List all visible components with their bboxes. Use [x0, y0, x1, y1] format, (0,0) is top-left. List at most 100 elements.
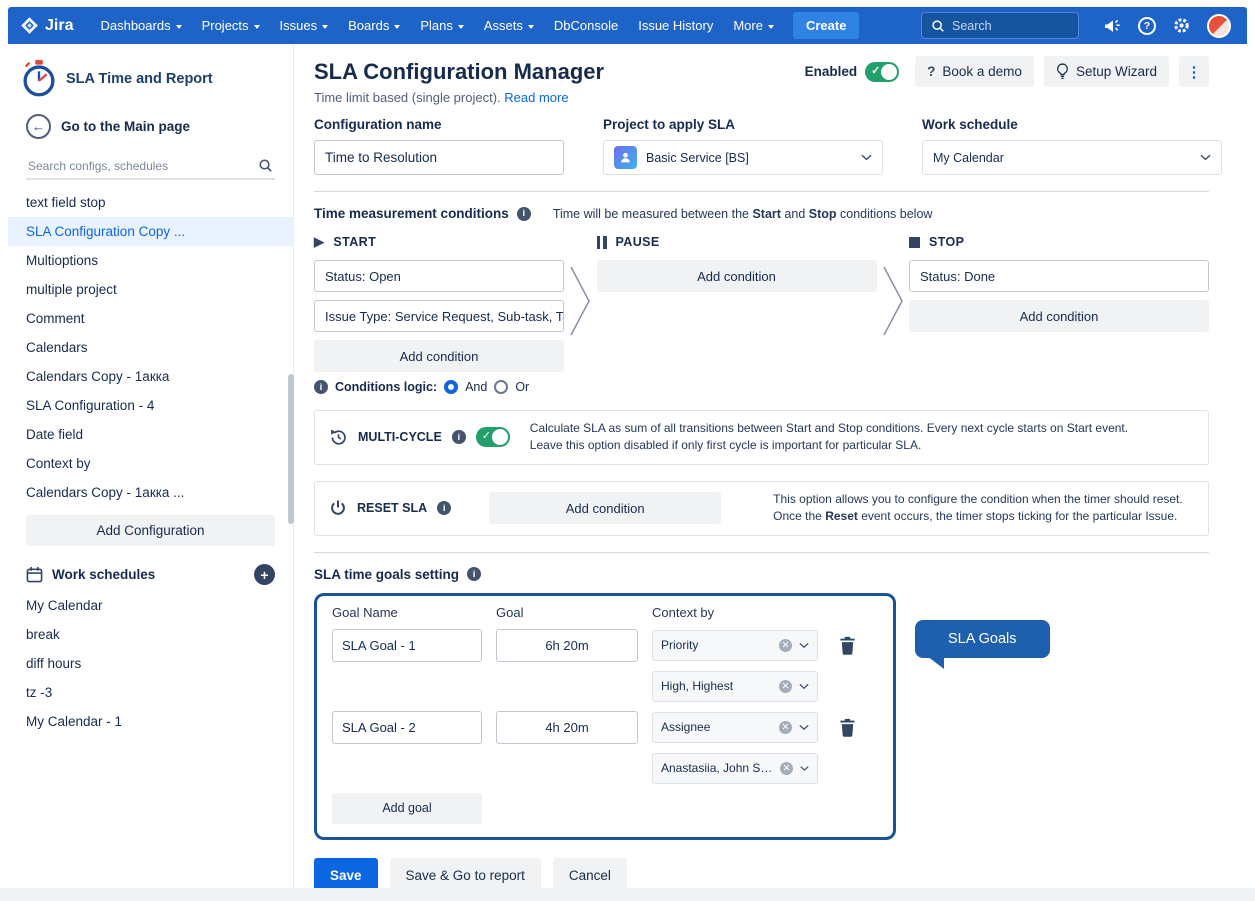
context-values-select[interactable]: Anastasiia, John Smit... ✕: [652, 753, 818, 784]
goals-grid: Goal Name Goal Context by Priority ✕: [332, 605, 878, 824]
nav-item-issue-history[interactable]: Issue History: [629, 13, 722, 38]
read-more-link[interactable]: Read more: [504, 90, 568, 105]
delete-goal-button[interactable]: [832, 718, 862, 737]
add-schedule-button[interactable]: +: [254, 564, 275, 585]
back-to-main-link[interactable]: ← Go to the Main page: [8, 104, 293, 145]
goals-title: SLA time goals setting: [314, 567, 459, 582]
goal-value-input[interactable]: [496, 629, 638, 662]
clear-icon[interactable]: ✕: [779, 639, 792, 652]
stop-condition-1[interactable]: Status: Done: [909, 260, 1209, 292]
sidebar-config-item[interactable]: multiple project: [8, 275, 293, 304]
context-values-select[interactable]: High, Highest ✕: [652, 671, 818, 702]
cancel-button[interactable]: Cancel: [553, 858, 627, 888]
trash-icon: [839, 636, 856, 655]
user-avatar[interactable]: [1207, 14, 1231, 38]
jira-home-link[interactable]: Jira: [20, 16, 73, 35]
logic-or-radio[interactable]: [494, 380, 508, 394]
sidebar-search-input[interactable]: [28, 159, 258, 173]
goal-name-header: Goal Name: [332, 605, 482, 620]
goals-panel: Goal Name Goal Context by Priority ✕: [314, 593, 896, 840]
sidebar-config-item[interactable]: Context by: [8, 449, 293, 478]
clear-icon[interactable]: ✕: [780, 762, 793, 775]
configuration-name-input[interactable]: [314, 140, 564, 175]
sidebar-config-item[interactable]: Comment: [8, 304, 293, 333]
project-select[interactable]: Basic Service [BS]: [603, 140, 883, 175]
sidebar-schedule-item[interactable]: My Calendar: [8, 591, 293, 620]
info-icon[interactable]: i: [452, 430, 466, 444]
sidebar-config-item[interactable]: SLA Configuration - 4: [8, 391, 293, 420]
pause-column: PAUSE Add condition: [597, 233, 877, 300]
add-configuration-button[interactable]: Add Configuration: [26, 515, 275, 546]
info-icon[interactable]: i: [314, 380, 328, 394]
divider: [314, 191, 1209, 192]
start-condition-2[interactable]: Issue Type: Service Request, Sub-task, T…: [314, 300, 564, 332]
announcements-button[interactable]: [1103, 17, 1122, 34]
sidebar-schedule-item[interactable]: tz -3: [8, 678, 293, 707]
page-header: SLA Configuration Manager Enabled ✓ ? Bo…: [314, 56, 1209, 87]
nav-item-issues[interactable]: Issues: [271, 13, 338, 38]
sidebar-schedule-item[interactable]: My Calendar - 1: [8, 707, 293, 736]
context-field-select[interactable]: Assignee ✕: [652, 712, 818, 743]
nav-item-dbconsole[interactable]: DbConsole: [545, 13, 627, 38]
check-icon: ✓: [871, 64, 880, 77]
delete-goal-button[interactable]: [832, 636, 862, 655]
work-schedule-select[interactable]: My Calendar: [922, 140, 1222, 175]
enabled-toggle[interactable]: ✓: [865, 62, 899, 82]
reset-desc-line2: Once the: [773, 509, 825, 523]
sidebar-config-item[interactable]: Calendars Copy - 1акка ...: [8, 478, 293, 507]
setup-wizard-button[interactable]: Setup Wizard: [1044, 56, 1169, 87]
sidebar-config-item[interactable]: text field stop: [8, 188, 293, 217]
start-add-condition-button[interactable]: Add condition: [314, 340, 564, 372]
nav-item-plans[interactable]: Plans: [411, 13, 473, 38]
start-condition-1[interactable]: Status: Open: [314, 260, 564, 292]
sidebar-schedule-item[interactable]: break: [8, 620, 293, 649]
multi-cycle-toggle[interactable]: ✓: [476, 427, 510, 447]
conditions-logic-label: Conditions logic:: [335, 380, 437, 394]
chevron-right-icon: [881, 263, 905, 339]
sidebar-config-item[interactable]: Calendars: [8, 333, 293, 362]
goal-name-input[interactable]: [332, 711, 482, 744]
nav-item-boards[interactable]: Boards: [339, 13, 409, 38]
more-actions-button[interactable]: ⋮: [1179, 56, 1209, 87]
help-button[interactable]: ?: [1138, 17, 1156, 35]
create-button[interactable]: Create: [793, 12, 859, 39]
pause-label: PAUSE: [616, 235, 660, 249]
sidebar-search[interactable]: [26, 153, 275, 180]
nav-item-more[interactable]: More: [724, 13, 783, 38]
logic-and-radio[interactable]: [444, 380, 458, 394]
clear-icon[interactable]: ✕: [779, 680, 792, 693]
setup-wizard-label: Setup Wizard: [1076, 64, 1157, 79]
sidebar-config-item-selected[interactable]: SLA Configuration Copy ...: [8, 217, 293, 246]
info-icon[interactable]: i: [437, 501, 451, 515]
sidebar-config-item[interactable]: Date field: [8, 420, 293, 449]
chevron-down-icon: [1200, 154, 1211, 161]
nav-item-projects[interactable]: Projects: [193, 13, 269, 38]
save-go-report-button[interactable]: Save & Go to report: [390, 858, 541, 888]
kebab-icon: ⋮: [1187, 63, 1202, 81]
reset-add-condition-button[interactable]: Add condition: [489, 492, 721, 524]
nav-item-label: Dashboards: [100, 18, 170, 33]
info-icon[interactable]: i: [517, 207, 531, 221]
reset-sla-box: RESET SLA i Add condition This option al…: [314, 481, 1209, 536]
info-icon[interactable]: i: [467, 567, 481, 581]
clear-icon[interactable]: ✕: [779, 721, 792, 734]
nav-item-assets[interactable]: Assets: [475, 13, 543, 38]
book-demo-button[interactable]: ? Book a demo: [915, 56, 1034, 87]
add-goal-button[interactable]: Add goal: [332, 793, 482, 824]
chevron-down-icon: [322, 25, 328, 29]
settings-button[interactable]: [1172, 16, 1191, 35]
pause-add-condition-button[interactable]: Add condition: [597, 260, 877, 292]
nav-search-input[interactable]: [952, 19, 1062, 33]
multi-cycle-box: MULTI-CYCLE i ✓ Calculate SLA as sum of …: [314, 410, 1209, 465]
nav-search[interactable]: [921, 12, 1079, 39]
nav-item-dashboards[interactable]: Dashboards: [91, 13, 190, 38]
sidebar-config-item[interactable]: Calendars Copy - 1акка: [8, 362, 293, 391]
sidebar-schedule-item[interactable]: diff hours: [8, 649, 293, 678]
goal-name-input[interactable]: [332, 629, 482, 662]
sidebar-config-item[interactable]: Multioptions: [8, 246, 293, 275]
goal-value-input[interactable]: [496, 711, 638, 744]
save-button[interactable]: Save: [314, 858, 378, 888]
configuration-name-label: Configuration name: [314, 117, 564, 132]
context-field-select[interactable]: Priority ✕: [652, 630, 818, 661]
stop-add-condition-button[interactable]: Add condition: [909, 300, 1209, 332]
